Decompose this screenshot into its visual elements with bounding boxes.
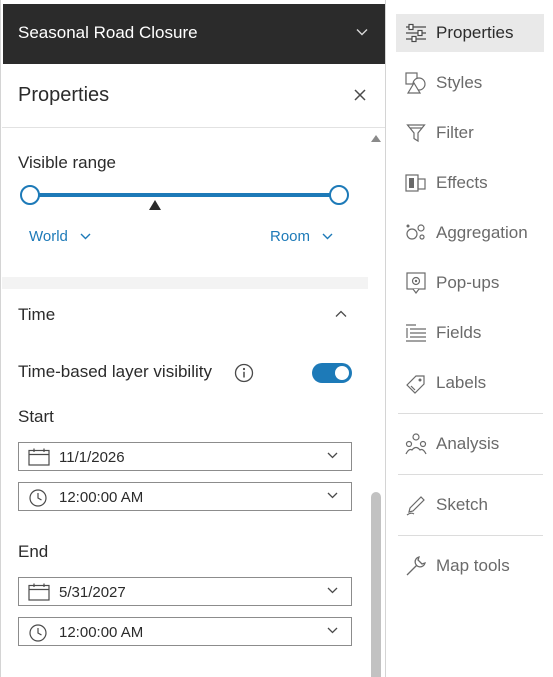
chevron-down-icon [80,233,91,240]
sidebar-item-fields[interactable]: Fields [396,314,544,352]
sidebar-item-label: Aggregation [436,223,528,242]
end-date-input[interactable]: 5/31/2027 [18,577,352,606]
sidebar-item-map-tools[interactable]: Map tools [396,547,544,585]
sidebar-item-aggregation[interactable]: Aggregation [396,214,544,252]
max-scale-dropdown[interactable]: Room [270,228,333,245]
sidebar-item-label: Analysis [436,434,500,453]
end-time-value: 12:00:00 AM [59,624,144,641]
properties-panel: Seasonal Road Closure Properties Visible… [0,0,386,677]
sidebar-item-styles[interactable]: Styles [396,64,544,102]
start-time-input[interactable]: 12:00:00 AM [18,482,352,511]
start-date-value: 11/1/2026 [59,449,125,466]
sidebar-item-popups[interactable]: Pop-ups [396,264,544,302]
end-time-input[interactable]: 12:00:00 AM [18,617,352,646]
max-scale-label: Room [270,228,311,245]
panel-title: Properties [18,84,110,106]
properties-icon [405,22,427,44]
min-scale-dropdown[interactable]: World [29,228,91,245]
chevron-down-icon [327,492,338,499]
time-visibility-label: Time-based layer visibility [18,362,212,381]
start-date-input[interactable]: 11/1/2026 [18,442,352,471]
wrench-icon [405,555,427,577]
sidebar-divider [398,413,543,414]
sidebar-item-sketch[interactable]: Sketch [396,486,544,524]
sidebar-item-properties[interactable]: Properties [396,14,544,52]
start-time-value: 12:00:00 AM [59,489,144,506]
sidebar-item-label: Fields [436,323,482,342]
sidebar-item-label: Labels [436,373,487,392]
layer-title: Seasonal Road Closure [18,23,198,42]
sidebar-item-label: Styles [436,73,483,92]
sidebar-item-analysis[interactable]: Analysis [396,425,544,463]
chevron-down-icon [327,627,338,634]
calendar-icon [28,583,50,601]
current-scale-marker-icon [149,200,161,210]
chevron-down-icon[interactable] [356,28,368,36]
filter-icon [405,122,427,144]
styles-icon [405,72,427,94]
labels-icon [405,372,427,394]
analysis-icon [405,433,427,455]
section-separator [2,277,368,289]
chevron-down-icon [322,233,333,240]
clock-icon [28,623,48,643]
fields-icon [405,322,427,344]
toggle-knob [335,366,349,380]
sidebar-item-label: Map tools [436,556,510,575]
chevron-down-icon [327,452,338,459]
clock-icon [28,488,48,508]
tool-sidebar: Properties Styles Filter Effects Aggrega… [386,0,553,677]
min-scale-label: World [29,228,68,245]
time-section-title: Time [18,305,56,324]
visible-range-track[interactable] [29,193,339,197]
close-icon[interactable] [353,88,367,102]
visible-range-max-handle[interactable] [329,185,349,205]
sidebar-divider [398,474,543,475]
info-icon[interactable] [234,363,254,383]
visible-range-label: Visible range [18,153,116,172]
end-label: End [18,542,49,561]
sidebar-divider [398,535,543,536]
end-date-value: 5/31/2027 [59,584,126,601]
chevron-down-icon [327,587,338,594]
aggregation-icon [405,222,427,244]
calendar-icon [28,448,50,466]
sidebar-item-filter[interactable]: Filter [396,114,544,152]
scroll-up-arrow-icon[interactable] [370,134,382,143]
sidebar-item-label: Effects [436,173,488,192]
chevron-up-icon[interactable] [335,310,347,318]
visible-range-min-handle[interactable] [20,185,40,205]
sidebar-item-labels[interactable]: Labels [396,364,544,402]
layer-header[interactable]: Seasonal Road Closure [3,4,385,64]
start-label: Start [18,407,54,426]
sidebar-item-label: Filter [436,123,474,142]
sketch-icon [405,494,427,516]
sidebar-item-effects[interactable]: Effects [396,164,544,202]
sidebar-item-label: Properties [436,23,514,42]
sidebar-item-label: Sketch [436,495,488,514]
effects-icon [405,172,427,194]
header-divider [2,127,385,128]
popups-icon [405,272,427,294]
time-visibility-toggle[interactable] [312,363,352,383]
sidebar-item-label: Pop-ups [436,273,500,292]
panel-scrollbar-thumb[interactable] [371,492,381,677]
